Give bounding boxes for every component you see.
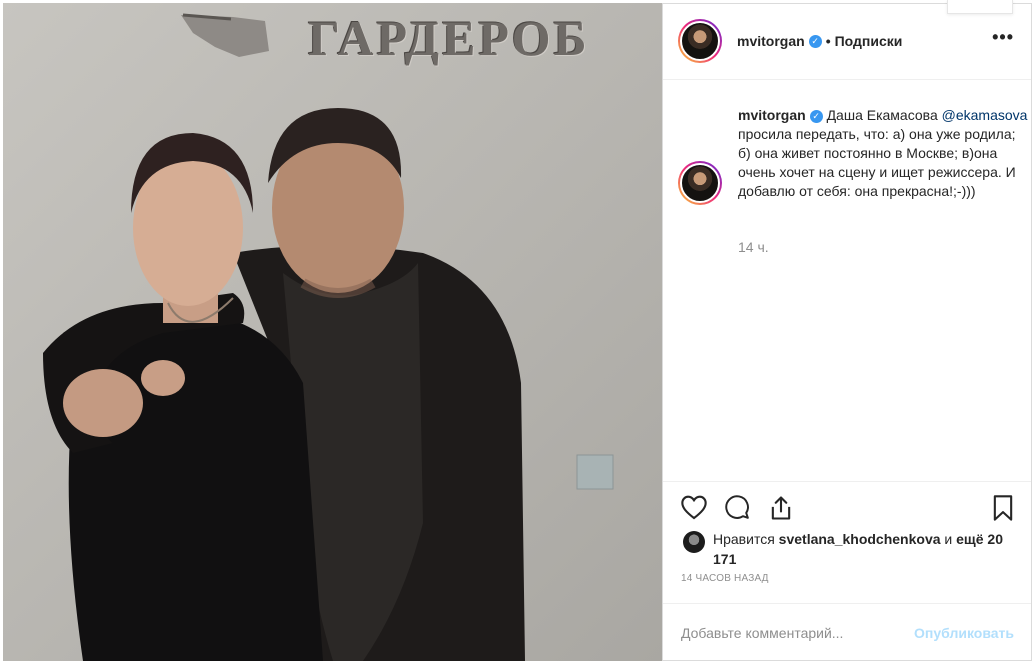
post-sidebar: mvitorgan ✓ • Подписки ••• mvitorgan ✓ Да… — [662, 3, 1032, 661]
comment-bar: Опубликовать — [663, 603, 1032, 661]
caption-text: mvitorgan ✓ Даша Екамасова @ekamasova про… — [738, 106, 1028, 201]
avatar-image — [680, 163, 720, 203]
caption-body: просила передать, что: а) она уже родила… — [738, 126, 1016, 199]
comment-input[interactable] — [681, 624, 915, 641]
verified-icon: ✓ — [809, 110, 823, 123]
separator-dot: • — [825, 33, 831, 49]
share-icon[interactable] — [767, 494, 795, 522]
likes-text: Нравится svetlana_khodchenkova и ещё 20 … — [713, 529, 1003, 569]
post-photo[interactable]: ГАРДЕРОБ — [3, 3, 662, 661]
liker-avatar[interactable] — [683, 531, 705, 553]
caption-prefix: Даша Екамасова — [826, 107, 938, 123]
more-options-icon[interactable]: ••• — [992, 27, 1014, 48]
avatar-image — [680, 21, 720, 61]
caption-time: 14 ч. — [738, 239, 769, 255]
action-bar — [663, 481, 1032, 531]
mention-link[interactable]: @ekamasova — [942, 107, 1028, 123]
following-button[interactable]: Подписки — [835, 33, 903, 49]
caption-username[interactable]: mvitorgan — [738, 107, 806, 123]
likes-prefix: Нравится — [713, 531, 775, 547]
caption-avatar[interactable] — [678, 161, 722, 205]
browser-tab-edge — [947, 0, 1013, 14]
profile-avatar[interactable] — [678, 19, 722, 63]
likes-joiner: и — [944, 531, 953, 547]
post-timestamp[interactable]: 14 часов назад — [681, 573, 769, 584]
wardrobe-sign: ГАРДЕРОБ — [308, 10, 590, 66]
header-username[interactable]: mvitorgan — [737, 33, 805, 49]
liker-username[interactable]: svetlana_khodchenkova — [779, 531, 941, 547]
verified-icon: ✓ — [808, 34, 822, 48]
like-heart-icon[interactable] — [680, 494, 708, 520]
bookmark-icon[interactable] — [991, 494, 1015, 522]
comment-bubble-icon[interactable] — [723, 494, 751, 520]
publish-button[interactable]: Опубликовать — [914, 625, 1014, 641]
post-header: mvitorgan ✓ • Подписки ••• — [663, 3, 1032, 80]
photo-illustration — [3, 3, 662, 661]
